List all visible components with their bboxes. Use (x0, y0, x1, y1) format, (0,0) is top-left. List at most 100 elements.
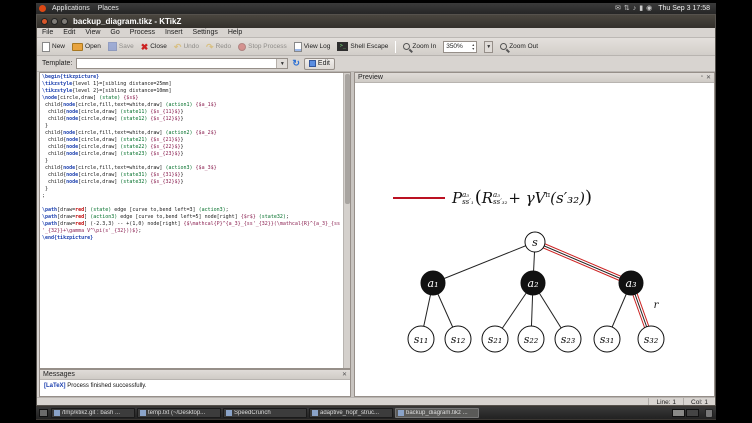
zoom-out-button[interactable]: Zoom Out (500, 43, 538, 50)
clock[interactable]: Thu Sep 3 17:58 (655, 5, 713, 12)
close-x-icon: ✖ (140, 41, 149, 52)
taskbar-window-button[interactable]: temp.txt (~/Desktop... (137, 408, 221, 418)
mail-icon[interactable]: ✉ (615, 3, 621, 14)
code-line: '_{32}}+\gamma V^\pi(s'_{32}))$}; (42, 228, 142, 234)
scrollbar-thumb[interactable] (345, 74, 350, 204)
code-line: child{node[circle,fill,text=white,draw] … (42, 130, 217, 136)
messages-close-icon[interactable]: ✕ (342, 371, 347, 378)
label-a3: a₃ (626, 277, 637, 290)
taskbar-window-button[interactable]: adaptive_hopf_struc... (309, 408, 393, 418)
menu-go[interactable]: Go (105, 28, 124, 38)
network-icon[interactable]: ⇅ (624, 3, 630, 14)
close-button[interactable]: ✖ Close (141, 42, 167, 52)
menu-insert[interactable]: Insert (160, 28, 188, 38)
stop-process-button[interactable]: Stop Process (238, 42, 287, 51)
code-line: child{node[circle,draw] (state31) {$s_{3… (42, 172, 184, 178)
label-s11: s₁₁ (414, 333, 428, 346)
menu-places[interactable]: Places (94, 3, 123, 14)
reload-template-icon[interactable]: ↻ (292, 58, 300, 69)
zoom-spinner-arrows[interactable]: ▴ ▾ (472, 42, 474, 51)
menu-view[interactable]: View (80, 28, 105, 38)
show-desktop-icon[interactable] (39, 409, 48, 417)
trash-icon[interactable] (705, 408, 713, 418)
formula-r: R (481, 189, 494, 207)
undo-label: Undo (183, 43, 200, 50)
zoom-dropdown-arrow[interactable]: ▼ (484, 40, 494, 53)
taskbar-window-button[interactable]: SpeedCrunch (223, 408, 307, 418)
window-title: backup_diagram.tikz - KTikZ (73, 17, 182, 26)
window-button-label: backup_diagram.tikz ... (406, 410, 468, 416)
window-maximize-icon[interactable] (61, 18, 68, 25)
new-label: New (52, 43, 66, 50)
code-line: child{node[circle,draw] (state21) {$s_{2… (42, 137, 184, 143)
code-line: child{node[circle,fill,text=white,draw] … (42, 165, 217, 171)
volume-icon[interactable]: ♪ (633, 3, 637, 14)
label-s23: s₂₃ (561, 333, 575, 346)
workspace-1[interactable] (672, 409, 685, 417)
taskbar-window-button[interactable]: backup_diagram.tikz ... (395, 408, 479, 418)
menu-edit[interactable]: Edit (58, 28, 80, 38)
edit-icon (308, 60, 316, 67)
preview-header: Preview ▫ ✕ (355, 73, 714, 83)
messages-title: Messages (43, 371, 75, 378)
new-button[interactable]: New (42, 41, 66, 52)
code-area[interactable]: \begin{tikzpicture} \tikzstyle{level 1}=[… (42, 74, 342, 368)
view-log-button[interactable]: View Log (293, 41, 330, 52)
distro-logo-icon[interactable] (39, 5, 46, 12)
preview-title: Preview (358, 74, 383, 81)
code-line: \node[circle,draw] (state) {$s$} (42, 95, 139, 101)
code-line: child{node[circle,draw] (state23) {$s_{2… (42, 151, 184, 157)
titlebar[interactable]: backup_diagram.tikz - KTikZ (37, 15, 715, 28)
menu-help[interactable]: Help (223, 28, 247, 38)
template-edit-button[interactable]: Edit (303, 57, 335, 70)
open-folder-icon (72, 42, 84, 51)
label-s22: s₂₂ (524, 333, 538, 346)
redo-button[interactable]: ↷ Redo (206, 42, 231, 52)
undock-icon[interactable]: ▫ (701, 74, 703, 81)
editor-pane[interactable]: \begin{tikzpicture} \tikzstyle{level 1}=[… (39, 72, 351, 369)
messages-body: [LaTeX] Process finished successfully. (40, 380, 350, 392)
code-line: } (42, 186, 49, 192)
open-paren: ( (474, 187, 482, 208)
label-s12: s₁₂ (451, 333, 465, 346)
stop-icon (238, 42, 247, 51)
status-line: Line: 1 (648, 397, 683, 405)
code-line: } (42, 158, 49, 164)
menu-settings[interactable]: Settings (188, 28, 223, 38)
combo-dropdown-icon[interactable]: ▼ (276, 59, 288, 68)
undo-button[interactable]: ↶ Undo (174, 42, 199, 52)
menubar: File Edit View Go Process Insert Settings Help (37, 28, 715, 38)
menu-process[interactable]: Process (125, 28, 160, 38)
session-icon[interactable]: ◉ (646, 3, 652, 14)
formula-p: P (452, 189, 463, 207)
window-minimize-icon[interactable] (51, 18, 58, 25)
red-rule (393, 196, 445, 199)
taskbar-window-button[interactable]: /tmp/ktikz.git : bash ... (51, 408, 135, 418)
workspace-2[interactable] (686, 409, 699, 417)
zoom-level-spinbox[interactable]: 350% ▴ ▾ (443, 40, 478, 53)
zoom-in-button[interactable]: Zoom In (403, 43, 436, 50)
editor-scrollbar[interactable] (343, 73, 350, 368)
template-combobox[interactable]: ▼ (76, 58, 289, 69)
label-a1: a₁ (428, 277, 439, 290)
preview-pane: Preview ▫ ✕ s a₁ a₂ a₃ s₁₁ s₁₂ s₂₁ s₂₂ s… (354, 72, 715, 397)
battery-icon[interactable]: ▮ (639, 3, 643, 14)
bellman-formula: Pa₃ ss′₁ (R a₃ ss′₃₂ + γVπ(s′₃₂)) (393, 187, 592, 208)
save-button[interactable]: Save (107, 42, 134, 51)
code-line: child{node[circle,fill,text=white,draw] … (42, 102, 217, 108)
menu-applications[interactable]: Applications (48, 3, 94, 14)
open-button[interactable]: Open (72, 42, 101, 51)
label-r: r (654, 300, 660, 311)
window-icon (398, 410, 404, 416)
preview-close-icon[interactable]: ✕ (706, 74, 711, 81)
label-s: s (532, 236, 538, 249)
code-line: \tikzstyle{level 2}=[sibling distance=10… (42, 88, 172, 94)
code-line: child{node[circle,draw] (state32) {$s_{3… (42, 179, 184, 185)
window-icon (312, 410, 318, 416)
tray-icons: ✉ ⇅ ♪ ▮ ◉ (615, 3, 652, 14)
menu-file[interactable]: File (37, 28, 58, 38)
window-button-label: adaptive_hopf_struc... (320, 410, 380, 416)
window-close-icon[interactable] (41, 18, 48, 25)
shell-escape-button[interactable]: >_ Shell Escape (337, 42, 388, 51)
template-row: Template: ▼ ↻ Edit (37, 56, 715, 72)
